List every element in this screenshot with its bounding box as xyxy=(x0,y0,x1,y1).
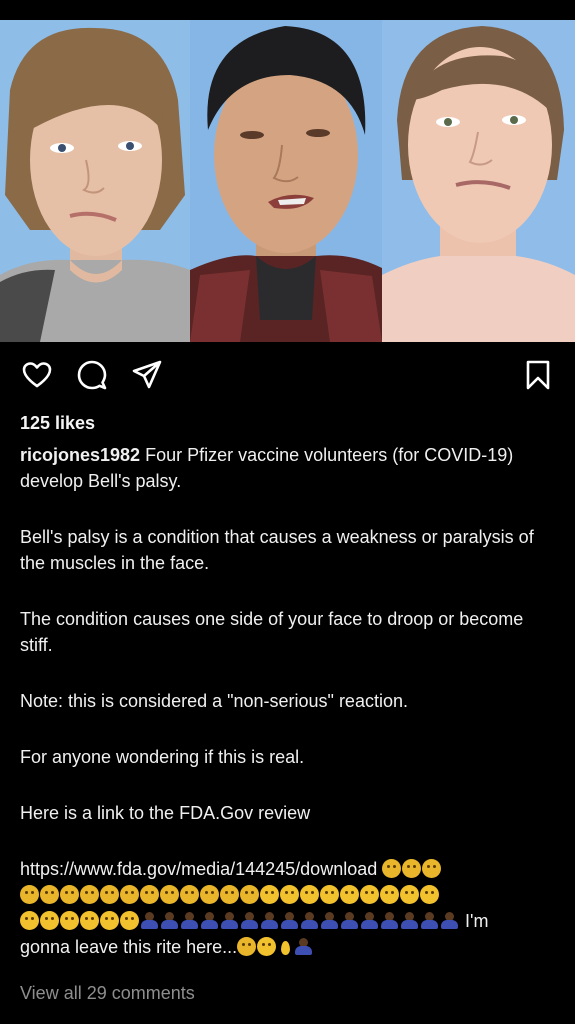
flushed-emoji-icon xyxy=(300,885,319,904)
likes-count[interactable]: 125 likes xyxy=(20,413,95,434)
flushed-emoji-icon xyxy=(60,911,79,930)
post-action-bar xyxy=(0,355,575,399)
photo-panel-man-center xyxy=(190,20,382,342)
caption-paragraph: Note: this is considered a "non-serious"… xyxy=(20,691,408,711)
flushed-emoji-icon xyxy=(340,885,359,904)
caption-paragraph: Bell's palsy is a condition that causes … xyxy=(20,527,534,573)
shrug-emoji-icon xyxy=(320,911,339,930)
view-all-comments-link[interactable]: View all 29 comments xyxy=(20,983,195,1004)
shrug-emoji-icon xyxy=(380,911,399,930)
flushed-emoji-icon xyxy=(120,911,139,930)
heart-icon xyxy=(22,362,52,388)
flushed-emoji-icon xyxy=(380,885,399,904)
thinking-emoji-icon xyxy=(120,885,139,904)
thinking-emoji-icon xyxy=(180,885,199,904)
flushed-emoji-icon xyxy=(280,885,299,904)
flushed-emoji-icon xyxy=(320,885,339,904)
thinking-emoji-icon xyxy=(402,859,422,878)
thinking-emoji-icon xyxy=(100,885,119,904)
shrug-emoji-icon xyxy=(140,911,159,930)
username-link[interactable]: ricojones1982 xyxy=(20,445,140,465)
flushed-emoji-icon xyxy=(260,885,279,904)
shrug-emoji-icon xyxy=(294,937,313,956)
caption-link-paragraph: https://www.fda.gov/media/144245/downloa… xyxy=(20,856,560,960)
like-button[interactable] xyxy=(17,355,57,395)
thinking-emoji-icon xyxy=(220,885,239,904)
shrug-emoji-icon xyxy=(440,911,459,930)
flushed-emoji-icon xyxy=(257,937,277,956)
thinking-emoji-icon xyxy=(60,885,79,904)
shrug-emoji-icon xyxy=(340,911,359,930)
shrug-emoji-icon xyxy=(220,911,239,930)
thinking-emoji-icon xyxy=(422,859,442,878)
thinking-emoji-icon xyxy=(240,885,259,904)
flushed-emoji-icon xyxy=(40,911,59,930)
thinking-emoji-icon xyxy=(140,885,159,904)
caption-paragraph: For anyone wondering if this is real. xyxy=(20,747,305,767)
closing-text: gonna leave this rite here... xyxy=(20,937,238,957)
fda-link[interactable]: https://www.fda.gov/media/144245/downloa… xyxy=(20,859,377,879)
flushed-emoji-icon xyxy=(360,885,379,904)
flushed-emoji-icon xyxy=(20,911,39,930)
photo-panel-woman-right xyxy=(382,20,575,342)
share-button[interactable] xyxy=(127,355,167,395)
comment-icon xyxy=(77,360,107,390)
thinking-emoji-icon xyxy=(40,885,59,904)
shrug-emoji-icon xyxy=(400,911,419,930)
shrug-emoji-icon xyxy=(260,911,279,930)
flushed-emoji-icon xyxy=(100,911,119,930)
flushed-emoji-icon xyxy=(80,911,99,930)
shrug-emoji-icon xyxy=(420,911,439,930)
thinking-emoji-icon xyxy=(382,859,402,878)
bookmark-icon xyxy=(526,360,550,390)
photo-panel-woman-left xyxy=(0,20,190,342)
shrug-emoji-icon xyxy=(180,911,199,930)
share-icon xyxy=(132,360,162,389)
thinking-emoji-icon xyxy=(237,937,257,956)
thinking-emoji-icon xyxy=(20,885,39,904)
shrug-emoji-icon xyxy=(200,911,219,930)
shrug-emoji-icon xyxy=(280,911,299,930)
shrug-emoji-icon xyxy=(160,911,179,930)
caption-first-paragraph: ricojones1982 Four Pfizer vaccine volunt… xyxy=(20,442,560,494)
post-image[interactable] xyxy=(0,20,575,342)
drop-emoji-icon xyxy=(281,941,291,955)
flushed-emoji-icon xyxy=(400,885,419,904)
shrug-emoji-icon xyxy=(360,911,379,930)
flushed-emoji-icon xyxy=(420,885,439,904)
shrug-emoji-icon xyxy=(300,911,319,930)
shrug-emoji-icon xyxy=(240,911,259,930)
caption-paragraph: Here is a link to the FDA.Gov review xyxy=(20,803,311,823)
comment-button[interactable] xyxy=(72,355,112,395)
thinking-emoji-icon xyxy=(160,885,179,904)
thinking-emoji-icon xyxy=(200,885,219,904)
closing-text: I'm xyxy=(465,911,489,931)
thinking-emoji-icon xyxy=(80,885,99,904)
caption-paragraph: The condition causes one side of your fa… xyxy=(20,609,524,655)
save-button[interactable] xyxy=(518,355,558,395)
status-bar xyxy=(0,0,575,20)
post-caption: ricojones1982 Four Pfizer vaccine volunt… xyxy=(20,442,560,960)
